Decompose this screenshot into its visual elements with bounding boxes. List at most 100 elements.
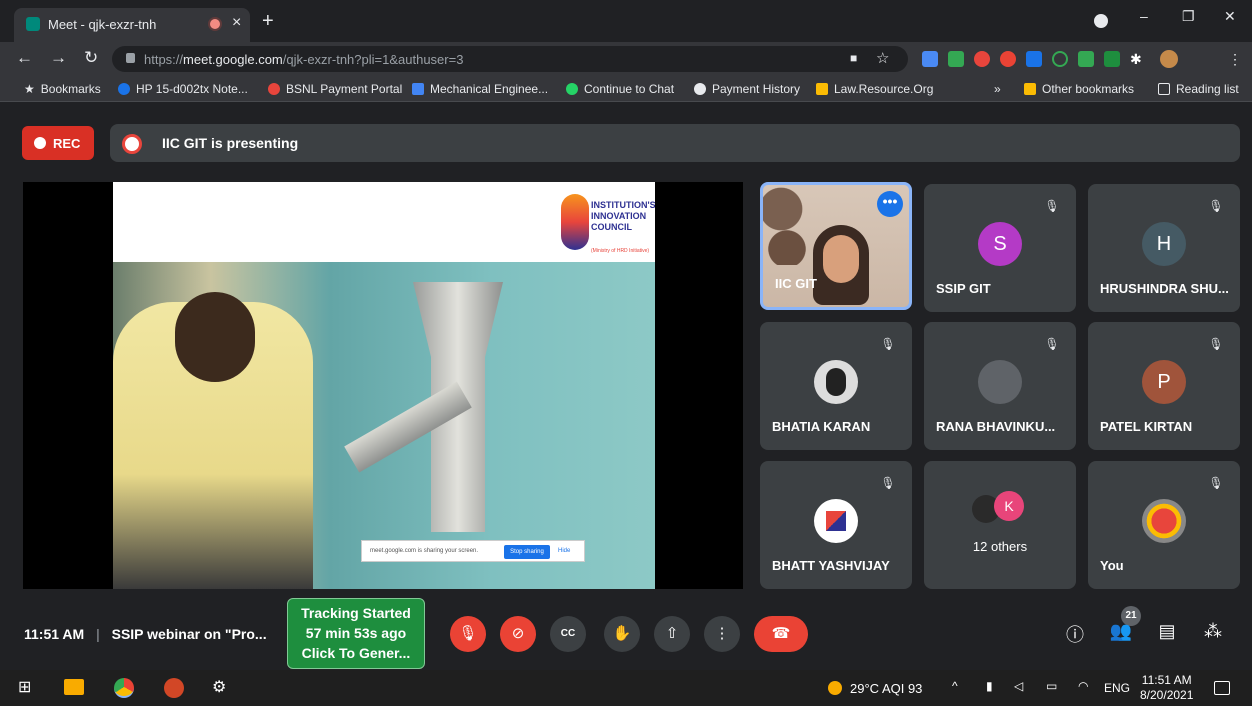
captions-button[interactable]: CC	[550, 616, 586, 652]
adblock-extension-icon[interactable]	[974, 51, 990, 67]
powerpoint-taskbar-icon[interactable]	[164, 678, 184, 698]
camera-in-use-icon[interactable]: ■	[850, 51, 857, 65]
maximize-button[interactable]: ❐	[1182, 8, 1195, 25]
reload-button[interactable]: ↻	[84, 48, 98, 68]
new-tab-button[interactable]: +	[262, 10, 274, 33]
file-explorer-icon[interactable]	[64, 679, 84, 695]
meeting-title: SSIP webinar on "Pro...	[111, 626, 267, 642]
wifi-icon[interactable]: ◠	[1078, 679, 1088, 693]
more-options-button[interactable]: •••	[877, 191, 903, 217]
extensions-puzzle-icon[interactable]: ✱	[1130, 51, 1146, 67]
participant-name: PATEL KIRTAN	[1100, 419, 1193, 434]
stop-sharing-button[interactable]: Stop sharing	[504, 545, 550, 559]
browser-tab-strip: Meet - qjk-exzr-tnh × + – ❐ ✕	[0, 0, 1252, 42]
shield-extension-icon[interactable]	[1000, 51, 1016, 67]
back-button[interactable]: ←	[16, 48, 33, 68]
tracking-button[interactable]: Tracking Started 57 min 53s ago Click To…	[287, 598, 425, 669]
reading-list-button[interactable]: Reading list	[1158, 82, 1239, 96]
hide-notice-button[interactable]: Hide	[558, 548, 570, 554]
meeting-details-button[interactable]: ⓘ	[1062, 621, 1088, 647]
profile-dropdown-icon[interactable]	[1094, 14, 1108, 28]
address-bar[interactable]: https://meet.google.com/qjk-exzr-tnh?pli…	[112, 46, 908, 72]
download-extension-icon[interactable]	[1104, 51, 1120, 67]
folder-icon	[1024, 83, 1036, 95]
battery-icon[interactable]: ▭	[1046, 679, 1057, 693]
profile-avatar-icon[interactable]	[1160, 50, 1178, 68]
chrome-menu-icon[interactable]: ⋮	[1228, 51, 1244, 67]
share-notice-text: meet.google.com is sharing your screen.	[370, 548, 479, 554]
tray-overflow-icon[interactable]: ^	[952, 679, 958, 693]
minimize-button[interactable]: –	[1140, 8, 1148, 24]
raise-hand-button[interactable]: ✋	[604, 616, 640, 652]
avatar	[814, 360, 858, 404]
close-window-button[interactable]: ✕	[1224, 8, 1236, 25]
bookmark-bsnl[interactable]: BSNL Payment Portal	[268, 82, 402, 96]
others-count-label: 12 others	[972, 539, 1028, 554]
avatar: H	[1142, 222, 1186, 266]
bookmarks-bar: ★ Bookmarks HP 15-d002tx Note... BSNL Pay…	[0, 76, 1252, 102]
weather-widget[interactable]: 29°C AQI 93	[828, 681, 922, 696]
forward-button[interactable]: →	[50, 48, 67, 68]
iic-logo: INSTITUTION'S INNOVATION COUNCIL (Minist…	[561, 190, 655, 260]
puzzle-blue-extension-icon[interactable]	[1026, 51, 1042, 67]
tab-close-button[interactable]: ×	[232, 14, 241, 32]
windows-taskbar: ⊞ ⚙ 29°C AQI 93 ^ ▮ ◁ ▭ ◠ ENG 11:51 AM 8…	[0, 670, 1252, 706]
bookmark-chat[interactable]: Continue to Chat	[566, 82, 674, 96]
activities-button[interactable]: ⁂	[1200, 621, 1226, 642]
chat-button[interactable]: ▤	[1154, 621, 1180, 642]
bookmark-other[interactable]: Other bookmarks	[1024, 82, 1134, 96]
participant-tile-bhatt-yashvijay[interactable]: 🎙 BHATT YASHVIJAY	[760, 461, 912, 589]
more-options-button[interactable]: ⋮	[704, 616, 740, 652]
meet-favicon-icon	[26, 17, 40, 31]
participant-tile-patel-kirtan[interactable]: 🎙 P PATEL KIRTAN	[1088, 322, 1240, 450]
screen-share-notice: meet.google.com is sharing your screen. …	[361, 540, 585, 562]
participant-tile-bhatia-karan[interactable]: 🎙 BHATIA KARAN	[760, 322, 912, 450]
leave-call-button[interactable]: ☎	[754, 616, 808, 652]
participant-tile-you[interactable]: 🎙 You	[1088, 461, 1240, 589]
camera-toggle-button[interactable]: ⊘	[500, 616, 536, 652]
star-icon: ★	[24, 82, 35, 96]
taskbar-clock[interactable]: 11:51 AM 8/20/2021	[1140, 673, 1193, 703]
translate-extension-icon[interactable]	[922, 51, 938, 67]
present-now-button[interactable]: ⇧	[654, 616, 690, 652]
participant-tile-rana-bhavinku[interactable]: 🎙 RANA BHAVINKU...	[924, 322, 1076, 450]
language-indicator[interactable]: ENG	[1104, 681, 1130, 695]
windows-start-icon[interactable]: ⊞	[18, 677, 31, 697]
chrome-taskbar-icon[interactable]	[114, 678, 134, 698]
participant-tile-ssip-git[interactable]: 🎙 S SSIP GIT	[924, 184, 1076, 312]
iic-logo-subtitle: (Ministry of HRD Initiative)	[591, 248, 650, 254]
checkmark-extension-icon[interactable]	[948, 51, 964, 67]
participant-name: You	[1100, 558, 1124, 573]
settings-gear-icon[interactable]: ⚙	[212, 677, 226, 697]
present-icon: ⇧	[665, 625, 679, 642]
browser-toolbar: ← → ↻ https://meet.google.com/qjk-exzr-t…	[0, 42, 1252, 76]
green-extension-icon[interactable]	[1078, 51, 1094, 67]
microphone-toggle-button[interactable]: 🎙	[450, 616, 486, 652]
volume-icon[interactable]: ◁	[1014, 679, 1023, 693]
bookmark-payment-history[interactable]: Payment History	[694, 82, 800, 96]
bookmark-star-icon[interactable]: ☆	[876, 49, 889, 67]
participant-tile-others[interactable]: K 12 others	[924, 461, 1076, 589]
participant-tile-hrushindra[interactable]: 🎙 H HRUSHINDRA SHU...	[1088, 184, 1240, 312]
bookmark-law[interactable]: Law.Resource.Org	[816, 82, 933, 96]
weather-sun-icon	[828, 681, 842, 695]
info-icon: ⓘ	[1066, 625, 1084, 645]
notifications-icon[interactable]	[1214, 681, 1230, 695]
ws-extension-icon[interactable]	[1052, 51, 1068, 67]
meeting-info: 11:51 AM | SSIP webinar on "Pro...	[24, 626, 267, 642]
lock-icon	[126, 53, 135, 63]
people-button[interactable]: 👥	[1108, 621, 1134, 642]
hp-icon	[118, 83, 130, 95]
bookmark-hp[interactable]: HP 15-d002tx Note...	[118, 82, 248, 96]
captions-icon: CC	[560, 628, 576, 639]
bookmarks-overflow-button[interactable]: »	[994, 82, 1001, 96]
clock-date: 8/20/2021	[1140, 688, 1194, 702]
bookmarks-star-item[interactable]: ★ Bookmarks	[24, 82, 101, 96]
bookmark-mechanical[interactable]: Mechanical Enginee...	[412, 82, 548, 96]
weather-text: 29°C AQI 93	[850, 681, 923, 696]
recording-badge[interactable]: REC	[22, 126, 94, 160]
meeting-time: 11:51 AM	[24, 626, 85, 642]
browser-tab[interactable]: Meet - qjk-exzr-tnh ×	[14, 8, 250, 42]
participant-tile-iic-git[interactable]: ••• IIC GIT	[760, 182, 912, 310]
usb-icon[interactable]: ▮	[986, 679, 993, 693]
